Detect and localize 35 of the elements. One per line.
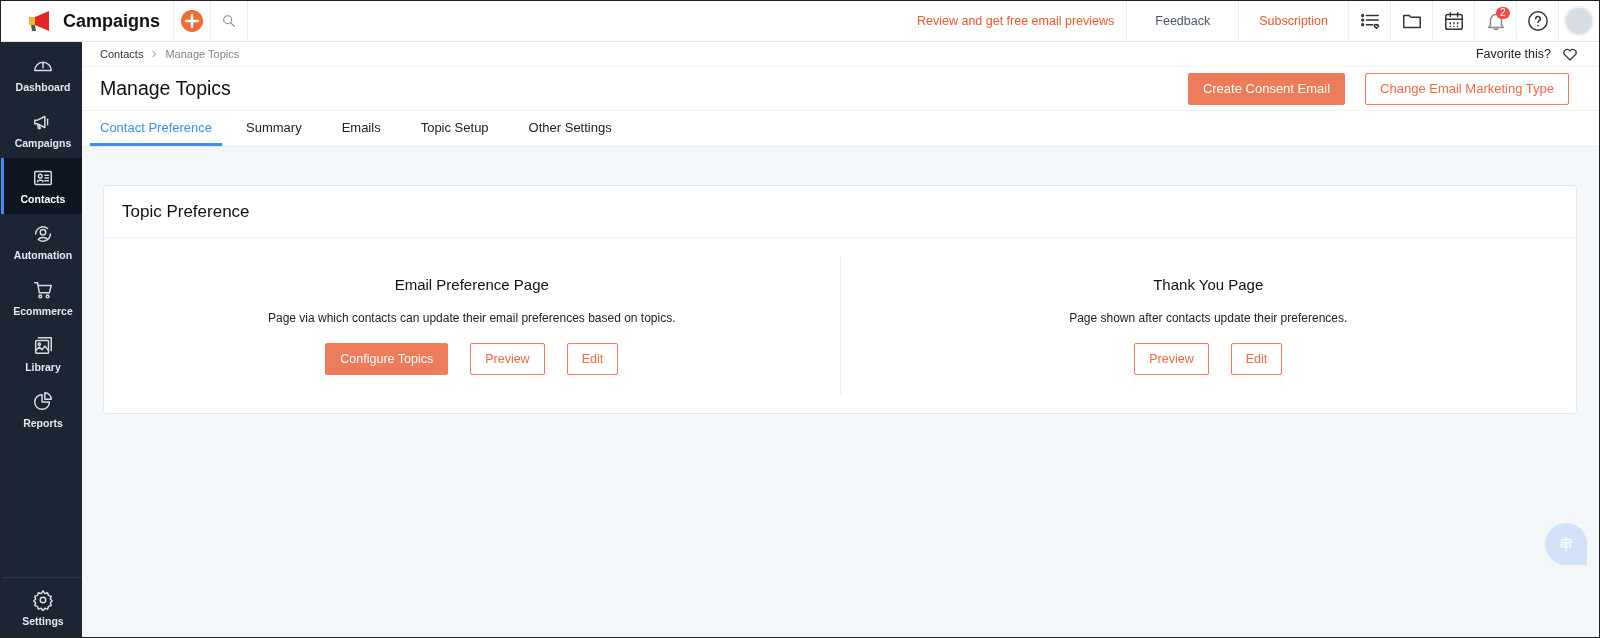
sidebar-item[interactable]: Contacts bbox=[1, 158, 82, 214]
tab[interactable]: Other Settings bbox=[512, 111, 628, 146]
help-icon[interactable] bbox=[1526, 10, 1549, 32]
signpost-icon bbox=[1557, 535, 1575, 553]
sidebar-item[interactable]: Campaigns bbox=[1, 102, 82, 158]
tab[interactable]: Summary bbox=[230, 111, 318, 146]
breadcrumb-link[interactable]: Contacts bbox=[100, 48, 144, 60]
tab[interactable]: Topic Setup bbox=[404, 111, 505, 146]
breadcrumb-current: Manage Topics bbox=[165, 48, 240, 60]
sidebar-item[interactable]: Ecommerce bbox=[1, 270, 82, 326]
search-icon[interactable] bbox=[221, 13, 237, 29]
sidebar-item[interactable]: Automation bbox=[1, 214, 82, 270]
section-description: Page via which contacts can update their email preferences based on topics. bbox=[267, 311, 676, 325]
favorite-label: Favorite this? bbox=[1475, 47, 1551, 61]
calendar-icon[interactable] bbox=[1442, 10, 1465, 32]
section-title: Thank You Page bbox=[1153, 276, 1264, 293]
pie-chart-icon bbox=[32, 391, 54, 413]
notification-count: 2 bbox=[1496, 7, 1510, 19]
section-title: Email Preference Page bbox=[394, 276, 549, 293]
tab[interactable]: Emails bbox=[325, 111, 397, 146]
add-icon[interactable] bbox=[180, 9, 204, 33]
top-bar-link[interactable]: Feedback bbox=[1127, 1, 1240, 41]
top-bar-link[interactable]: Subscription bbox=[1239, 1, 1349, 41]
sidebar-item[interactable]: Library bbox=[1, 326, 82, 382]
sidebar-item[interactable]: Dashboard bbox=[1, 46, 82, 102]
page-title: Manage Topics bbox=[100, 77, 231, 100]
image-icon bbox=[32, 335, 54, 357]
section-description: Page shown after contacts update their preferences. bbox=[1069, 311, 1348, 325]
app-title: Campaigns bbox=[63, 10, 161, 32]
sidebar-item[interactable]: Reports bbox=[1, 382, 82, 438]
card-title: Topic Preference bbox=[104, 186, 1576, 238]
person-cycle-icon bbox=[32, 223, 54, 245]
top-bar-link[interactable]: Review and get free email previews bbox=[904, 1, 1128, 41]
settings-icon bbox=[32, 588, 54, 611]
cart-icon bbox=[32, 279, 54, 301]
